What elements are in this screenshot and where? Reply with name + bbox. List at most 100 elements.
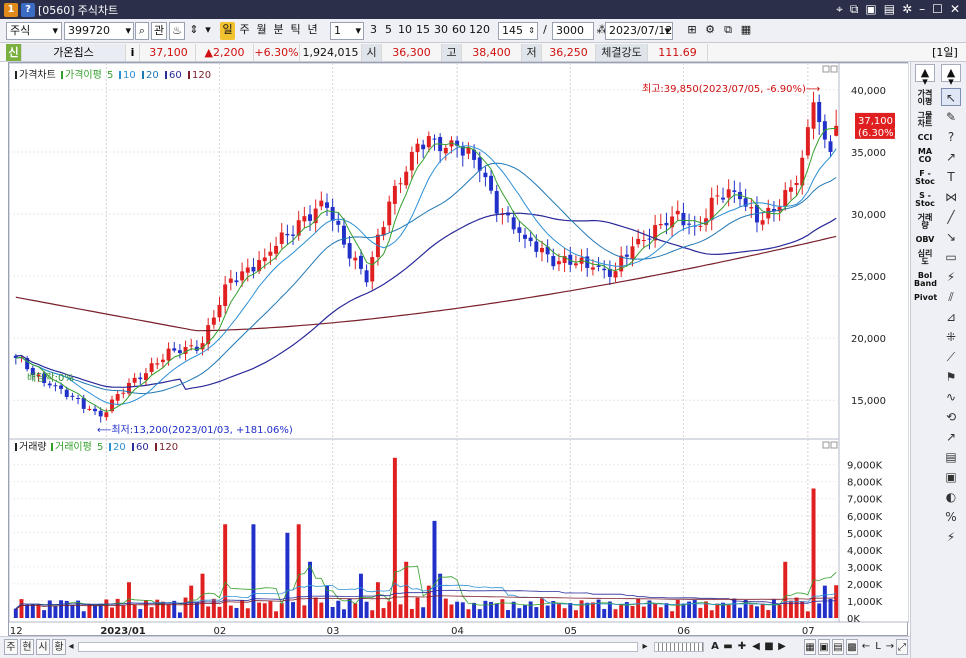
maximize-icon[interactable]: ☐ <box>932 2 943 17</box>
print-icon[interactable]: ▤ <box>884 2 895 17</box>
indicator-10[interactable]: Pivot <box>914 294 937 302</box>
gwan-button[interactable]: 관 <box>151 22 167 40</box>
zoom-slider[interactable] <box>654 642 704 652</box>
cursor-icon[interactable]: ↖ <box>941 88 961 106</box>
zoom-a-icon[interactable]: A <box>708 639 722 655</box>
stock-chart[interactable]: 15,000 20,000 25,000 30,000 35,000 40,000 0K 1,… <box>9 63 909 637</box>
scroll-left-icon[interactable]: ◂ <box>66 639 76 655</box>
rect-icon[interactable]: ▭ <box>941 248 961 266</box>
gear-icon[interactable]: ⚙ <box>702 22 718 40</box>
interval-select[interactable]: 1 ▾ <box>330 22 364 40</box>
indicator-3[interactable]: MA CO <box>914 148 936 164</box>
grid-icon[interactable]: ▩ <box>846 639 858 655</box>
text-icon[interactable]: T <box>941 168 961 186</box>
zoom-out-icon[interactable]: ▬ <box>722 639 734 655</box>
indicator-4[interactable]: F - Stoc <box>914 170 936 186</box>
spin-updown-icon[interactable]: ⇕ <box>187 22 201 40</box>
expand-icon[interactable]: ⤢ <box>896 639 908 655</box>
search-icon[interactable]: ⌕ <box>135 22 149 40</box>
total-count-input[interactable]: 3000 <box>552 22 594 40</box>
copy-icon[interactable]: ⧉ <box>720 22 736 40</box>
period-tick-button[interactable]: 틱 <box>288 22 303 40</box>
table-icon[interactable]: ▦ <box>738 22 754 40</box>
magic-icon[interactable]: ⚡ <box>941 528 961 546</box>
favorite-icon[interactable]: ♨ <box>169 22 185 40</box>
parallel-icon[interactable]: ⊿ <box>941 308 961 326</box>
gann-icon[interactable]: ⁜ <box>941 328 961 346</box>
chart-setting-icon[interactable]: ⊞ <box>684 22 700 40</box>
trend-icon[interactable]: ↗ <box>941 148 961 166</box>
interval-5-button[interactable]: 5 <box>382 22 395 40</box>
stop-icon[interactable]: ■ <box>763 639 775 655</box>
auto-icon[interactable]: ↗ <box>941 428 961 446</box>
indicator-5[interactable]: S - Stoc <box>914 192 936 208</box>
indicator-9[interactable]: Bol Band <box>914 272 937 288</box>
stock-name[interactable]: 가온칩스 <box>22 44 126 61</box>
candle-body <box>358 255 363 269</box>
period-year-button[interactable]: 년 <box>305 22 320 40</box>
period-monthly-button[interactable]: 월 <box>254 22 269 40</box>
doc-icon[interactable]: ▣ <box>941 468 961 486</box>
tab-query[interactable]: 황 <box>52 639 66 655</box>
arrow-left-icon[interactable]: ← <box>860 639 872 655</box>
spin-updown-icon[interactable]: ⇕ <box>528 23 535 39</box>
period-minute-button[interactable]: 분 <box>271 22 286 40</box>
cycle-icon[interactable]: ⟲ <box>941 408 961 426</box>
print-icon[interactable]: ▤ <box>832 639 844 655</box>
tab-price[interactable]: 현 <box>20 639 34 655</box>
channel-icon[interactable]: ⫽ <box>941 288 961 306</box>
save-icon[interactable]: ▣ <box>818 639 830 655</box>
period-weekly-button[interactable]: 주 <box>237 22 252 40</box>
horizontal-scrollbar[interactable] <box>78 642 638 652</box>
pattern-icon[interactable]: ⋈ <box>941 188 961 206</box>
chevron-down-icon[interactable]: ▾ <box>203 22 213 40</box>
line-icon[interactable]: ╱ <box>941 208 961 226</box>
eraser-icon[interactable]: ✎ <box>941 108 961 126</box>
quote-bar: 신 가온칩스 i 37,100 ▲2,200 +6.30% 1,924,015 … <box>0 43 966 62</box>
ray-icon[interactable]: ⟋ <box>941 348 961 366</box>
question-icon[interactable]: ? <box>941 128 961 146</box>
interval-3-button[interactable]: 3 <box>367 22 380 40</box>
arrow-right-icon[interactable]: → <box>884 639 896 655</box>
wave-icon[interactable]: ∿ <box>941 388 961 406</box>
market-select[interactable]: 주식 ▾ <box>6 22 62 40</box>
info-icon[interactable]: i <box>126 44 140 61</box>
interval-15-button[interactable]: 15 <box>415 22 431 40</box>
close-icon[interactable]: ✕ <box>950 2 960 17</box>
help-icon[interactable]: ? <box>21 3 35 17</box>
interval-120-button[interactable]: 120 <box>469 22 490 40</box>
period-daily-button[interactable]: 일 <box>220 22 235 40</box>
stock-code-input[interactable]: 399720 ▾ <box>64 22 134 40</box>
chart-area[interactable]: 15,000 20,000 25,000 30,000 35,000 40,000 0K 1,… <box>8 62 909 637</box>
indicator-7[interactable]: OBV <box>914 236 936 244</box>
color-icon[interactable]: ◐ <box>941 488 961 506</box>
tab-time[interactable]: 시 <box>36 639 50 655</box>
indicator-6[interactable]: 거래 량 <box>914 214 936 230</box>
scroll-right-icon[interactable]: ▸ <box>640 639 650 655</box>
indicator-1[interactable]: 그물 차트 <box>914 112 936 128</box>
export-icon[interactable]: ▦ <box>804 639 816 655</box>
link-icon[interactable]: ⧉ <box>850 2 859 17</box>
settings-icon[interactable]: ✲ <box>902 2 912 17</box>
interval-60-button[interactable]: 60 <box>451 22 467 40</box>
chart-icon[interactable]: ▤ <box>941 448 961 466</box>
pin-icon[interactable]: ⌖ <box>836 2 843 17</box>
percent-icon[interactable]: % <box>941 508 961 526</box>
interval-30-button[interactable]: 30 <box>433 22 449 40</box>
first-icon[interactable]: ◀ <box>750 639 762 655</box>
minimize-icon[interactable]: – <box>919 2 925 17</box>
last-icon[interactable]: ▶ <box>776 639 788 655</box>
date-picker[interactable]: 2023/07/12 ▾ <box>605 22 673 40</box>
tab-current[interactable]: 주 <box>4 639 18 655</box>
zoom-in-icon[interactable]: ✚ <box>736 639 748 655</box>
l-icon[interactable]: L <box>872 639 884 655</box>
indicator-8[interactable]: 심리 도 <box>914 250 936 266</box>
arrow-line-icon[interactable]: ↘ <box>941 228 961 246</box>
count-input[interactable]: 145 ⇕ <box>498 22 538 40</box>
indicator-2[interactable]: CCI <box>914 134 936 142</box>
speed-icon[interactable]: ⚑ <box>941 368 961 386</box>
save-icon[interactable]: ▣ <box>865 2 876 17</box>
indicator-0[interactable]: 가격 이평 <box>914 90 936 106</box>
interval-10-button[interactable]: 10 <box>397 22 413 40</box>
fibo-icon[interactable]: ⚡ <box>941 268 961 286</box>
